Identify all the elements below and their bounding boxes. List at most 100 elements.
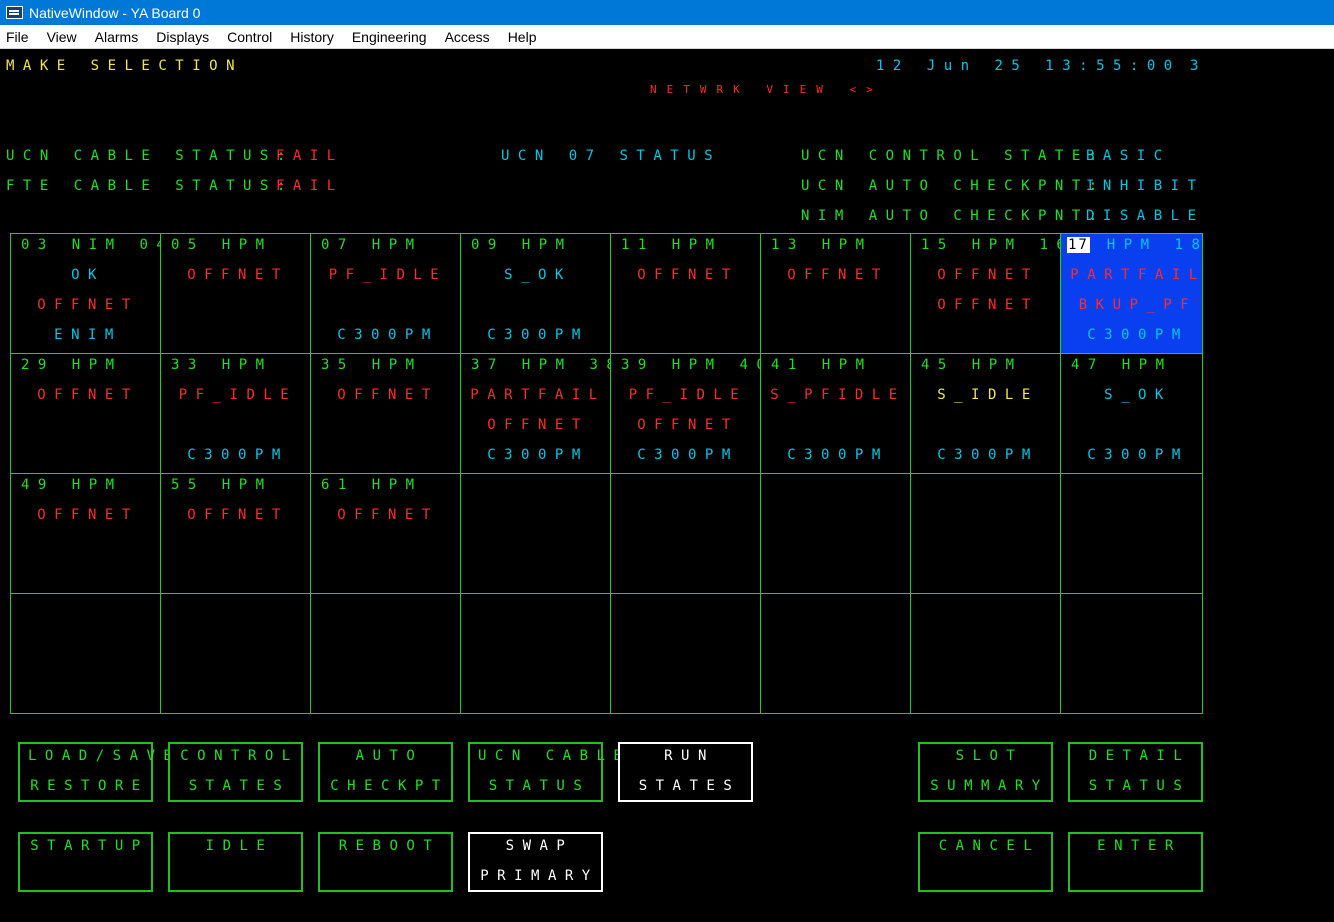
node-cell-05[interactable]: 05 HPM OFFNET — [161, 234, 311, 354]
menu-history[interactable]: History — [290, 29, 334, 45]
menu-control[interactable]: Control — [227, 29, 272, 45]
node-cell-empty[interactable] — [1061, 594, 1202, 713]
nim-checkpoint-label: NIM AUTO CHECKPNT: — [801, 208, 1106, 224]
node-cell-empty[interactable] — [611, 474, 761, 594]
swap-primary-button[interactable]: SWAP PRIMARY — [468, 832, 603, 892]
auto-checkpt-button[interactable]: AUTO CHECKPT — [318, 742, 453, 802]
node-cell-55[interactable]: 55 HPM OFFNET — [161, 474, 311, 594]
nim-checkpoint-value: DISABLE — [1086, 208, 1205, 224]
menu-view[interactable]: View — [47, 29, 77, 45]
node-status: OFFNET — [787, 267, 889, 283]
button-label-line1: STARTUP — [30, 838, 149, 854]
node-status: PF_IDLE — [178, 387, 298, 403]
node-status: OFFNET — [37, 387, 139, 403]
load-save-restore-button[interactable]: LOAD/SAVE RESTORE — [18, 742, 172, 802]
window-title: NativeWindow - YA Board 0 — [29, 4, 201, 21]
node-cell-empty[interactable] — [911, 474, 1061, 594]
detail-status-button[interactable]: DETAIL STATUS — [1068, 742, 1203, 802]
node-cell-empty[interactable] — [461, 474, 611, 594]
menu-help[interactable]: Help — [508, 29, 537, 45]
node-header-text: HPM 18 — [1106, 237, 1203, 253]
node-status: PF_IDLE — [628, 387, 748, 403]
node-cell-17-selected[interactable]: 17 HPM 18 PARTFAIL BKUP_PF C300PM — [1061, 234, 1203, 354]
node-cell-03[interactable]: 03 NIM 04 OK OFFNET ENIM — [11, 234, 161, 354]
node-header: 33 HPM — [171, 357, 273, 373]
button-label-line2: STATES — [188, 778, 291, 794]
node-cell-41[interactable]: 41 HPM S_PFIDLE C300PM — [761, 354, 911, 474]
menu-access[interactable]: Access — [445, 29, 490, 45]
node-cell-61[interactable]: 61 HPM OFFNET — [311, 474, 461, 594]
node-cell-empty[interactable] — [311, 594, 461, 713]
node-cell-37[interactable]: 37 HPM 38 PARTFAIL OFFNET C300PM — [461, 354, 611, 474]
node-cell-empty[interactable] — [761, 594, 911, 713]
node-cell-empty[interactable] — [911, 594, 1061, 713]
enter-button[interactable]: ENTER — [1068, 832, 1203, 892]
node-header: 11 HPM — [621, 237, 723, 253]
cancel-button[interactable]: CANCEL — [918, 832, 1053, 892]
control-states-button[interactable]: CONTROL STATES — [168, 742, 303, 802]
node-header: 17 HPM 18 — [1067, 236, 1203, 254]
node-type: C300PM — [637, 447, 739, 463]
node-cell-11[interactable]: 11 HPM OFFNET — [611, 234, 761, 354]
node-cell-09[interactable]: 09 HPM S_OK C300PM — [461, 234, 611, 354]
button-label-line1: CANCEL — [938, 838, 1041, 854]
menu-engineering[interactable]: Engineering — [352, 29, 427, 45]
node-cell-29[interactable]: 29 HPM OFFNET — [11, 354, 161, 474]
startup-button[interactable]: STARTUP — [18, 832, 153, 892]
node-header: 37 HPM 38 — [471, 357, 611, 373]
node-cell-39[interactable]: 39 HPM 40 PF_IDLE OFFNET C300PM — [611, 354, 761, 474]
node-header: 15 HPM 16 — [921, 237, 1061, 253]
node-status-secondary: OFFNET — [937, 297, 1039, 313]
node-cell-45[interactable]: 45 HPM S_IDLE C300PM — [911, 354, 1061, 474]
ucn-cable-status-button[interactable]: UCN CABLE STATUS — [468, 742, 631, 802]
node-header: 39 HPM 40 — [621, 357, 761, 373]
node-cell-empty[interactable] — [161, 594, 311, 713]
node-status: OFFNET — [187, 267, 289, 283]
button-label-line2: STATES — [638, 778, 741, 794]
idle-button[interactable]: IDLE — [168, 832, 303, 892]
node-status: PARTFAIL — [470, 387, 606, 403]
menu-alarms[interactable]: Alarms — [95, 29, 139, 45]
node-cell-33[interactable]: 33 HPM PF_IDLE C300PM — [161, 354, 311, 474]
run-states-button[interactable]: RUN STATES — [618, 742, 753, 802]
button-label-line1: ENTER — [1097, 838, 1182, 854]
auto-checkpoint-value: INHIBIT — [1086, 178, 1205, 194]
view-title: NETWRK VIEW <> — [650, 83, 883, 96]
control-state-value: BASIC — [1086, 148, 1171, 164]
button-label-line1: SLOT — [955, 748, 1024, 764]
node-cell-empty[interactable] — [461, 594, 611, 713]
button-label-line2: CHECKPT — [330, 778, 449, 794]
node-header: 03 NIM 04 — [21, 237, 161, 253]
node-status-secondary: OFFNET — [37, 297, 139, 313]
menu-file[interactable]: File — [6, 29, 29, 45]
button-label-line2: STATUS — [1088, 778, 1191, 794]
node-cell-49[interactable]: 49 HPM OFFNET — [11, 474, 161, 594]
node-header: 55 HPM — [171, 477, 273, 493]
node-status: S_OK — [1104, 387, 1172, 403]
node-cell-47[interactable]: 47 HPM S_OK C300PM — [1061, 354, 1202, 474]
app-icon — [6, 6, 23, 19]
button-label-line2: RESTORE — [30, 778, 149, 794]
node-status: S_PFIDLE — [770, 387, 906, 403]
menu-displays[interactable]: Displays — [156, 29, 209, 45]
node-header: 09 HPM — [471, 237, 573, 253]
button-label-line1: CONTROL — [180, 748, 299, 764]
node-cell-07[interactable]: 07 HPM PF_IDLE C300PM — [311, 234, 461, 354]
selected-slot-number: 17 — [1067, 237, 1090, 253]
button-label-line1: UCN CABLE — [478, 748, 631, 764]
node-cell-empty[interactable] — [761, 474, 911, 594]
node-cell-35[interactable]: 35 HPM OFFNET — [311, 354, 461, 474]
node-status: OK — [71, 267, 105, 283]
node-cell-empty[interactable] — [611, 594, 761, 713]
node-cell-13[interactable]: 13 HPM OFFNET — [761, 234, 911, 354]
node-header: 45 HPM — [921, 357, 1023, 373]
node-status: OFFNET — [337, 507, 439, 523]
fte-cable-status-value: FAIL — [276, 178, 344, 194]
slot-summary-button[interactable]: SLOT SUMMARY — [918, 742, 1053, 802]
node-cell-15[interactable]: 15 HPM 16 OFFNET OFFNET — [911, 234, 1061, 354]
node-header: 49 HPM — [21, 477, 123, 493]
node-cell-empty[interactable] — [1061, 474, 1202, 594]
auto-checkpoint-label: UCN AUTO CHECKPNT: — [801, 178, 1106, 194]
node-cell-empty[interactable] — [11, 594, 161, 713]
reboot-button[interactable]: REBOOT — [318, 832, 453, 892]
